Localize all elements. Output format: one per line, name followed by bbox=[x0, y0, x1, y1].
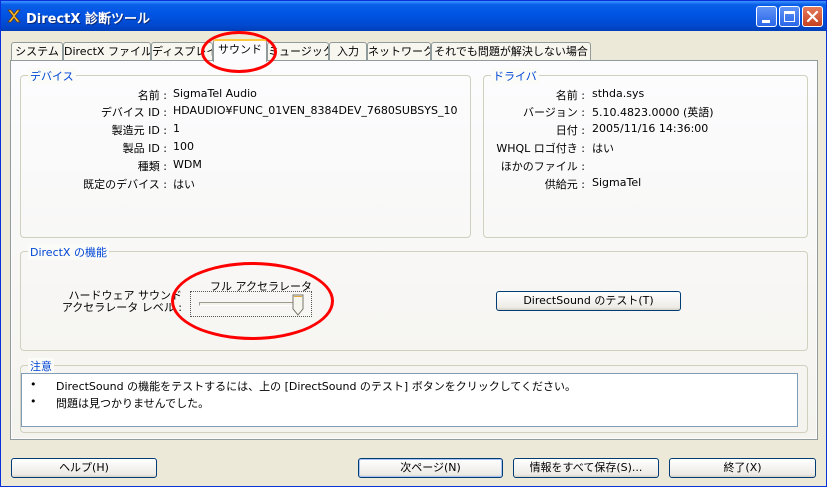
minimize-button[interactable] bbox=[756, 6, 777, 27]
annotation-circle-slider bbox=[171, 262, 334, 340]
window-title: DirectX 診断ツール bbox=[26, 12, 150, 27]
minimize-icon bbox=[762, 20, 770, 23]
other-files-label: ほかのファイル : bbox=[500, 160, 585, 173]
maximize-icon bbox=[784, 11, 795, 22]
provider-value: SigmaTel bbox=[592, 176, 642, 189]
default-device-value: はい bbox=[173, 178, 195, 191]
manufacturer-id-value: 1 bbox=[173, 122, 180, 135]
device-group-label: デバイス bbox=[28, 68, 76, 84]
help-button[interactable]: ヘルプ(H) bbox=[11, 458, 157, 478]
tab-sound[interactable]: サウンド bbox=[213, 39, 267, 62]
driver-version-value: 5.10.4823.0000 (英語) bbox=[592, 106, 714, 119]
driver-name-label: 名前 : bbox=[555, 89, 585, 102]
driver-group-label: ドライバ bbox=[491, 68, 539, 84]
close-button[interactable] bbox=[802, 6, 823, 27]
device-name-value: SigmaTel Audio bbox=[173, 87, 257, 100]
directx-features-group-label: DirectX の機能 bbox=[28, 244, 109, 260]
device-id-label: デバイス ID : bbox=[100, 106, 167, 119]
next-page-button[interactable]: 次ページ(N) bbox=[358, 458, 503, 478]
whql-logo-value: はい bbox=[592, 142, 614, 155]
note-text: 問題は見つかりませんでした。 bbox=[56, 397, 210, 410]
title-bar[interactable]: DirectX 診断ツール bbox=[1, 1, 826, 31]
device-type-label: 種類 : bbox=[137, 160, 167, 173]
maximize-button[interactable] bbox=[779, 6, 800, 27]
driver-version-label: バージョン : bbox=[523, 106, 585, 119]
notes-box: • DirectSound の機能をテストするには、上の [DirectSoun… bbox=[21, 373, 798, 427]
driver-date-label: 日付 : bbox=[555, 124, 585, 137]
directx-diagnostic-window: DirectX 診断ツール システム DirectX ファイル ディスプレイ サ… bbox=[0, 0, 827, 487]
exit-button[interactable]: 終了(X) bbox=[669, 458, 816, 478]
default-device-label: 既定のデバイス : bbox=[83, 178, 167, 191]
hw-accel-label-line2: アクセラレータ レベル : bbox=[61, 301, 182, 314]
product-id-value: 100 bbox=[173, 140, 194, 153]
tab-input[interactable]: 入力 bbox=[329, 42, 367, 61]
driver-date-value: 2005/11/16 14:36:00 bbox=[592, 122, 709, 135]
driver-name-value: sthda.sys bbox=[592, 87, 645, 100]
directx-x-icon bbox=[7, 9, 21, 23]
device-name-label: 名前 : bbox=[137, 89, 167, 102]
product-id-label: 製品 ID : bbox=[122, 142, 167, 155]
save-all-info-button[interactable]: 情報をすべて保存(S)... bbox=[513, 458, 659, 478]
manufacturer-id-label: 製造元 ID : bbox=[111, 124, 167, 137]
note-text: DirectSound の機能をテストするには、上の [DirectSound … bbox=[56, 380, 577, 393]
notes-group-label: 注意 bbox=[28, 358, 54, 374]
bullet: • bbox=[30, 378, 37, 391]
tab-system[interactable]: システム bbox=[11, 42, 63, 61]
bullet: • bbox=[30, 395, 37, 408]
whql-logo-label: WHQL ロゴ付き : bbox=[496, 142, 585, 155]
tab-troubleshoot[interactable]: それでも問題が解決しない場合 bbox=[431, 42, 591, 61]
device-id-value: HDAUDIO¥FUNC_01VEN_8384DEV_7680SUBSYS_10… bbox=[173, 104, 458, 117]
tab-directx-files[interactable]: DirectX ファイル bbox=[63, 42, 151, 61]
directsound-test-button[interactable]: DirectSound のテスト(T) bbox=[496, 291, 681, 311]
device-type-value: WDM bbox=[173, 158, 202, 171]
close-icon bbox=[806, 10, 819, 23]
provider-label: 供給元 : bbox=[544, 178, 585, 191]
tab-network[interactable]: ネットワーク bbox=[367, 42, 431, 61]
